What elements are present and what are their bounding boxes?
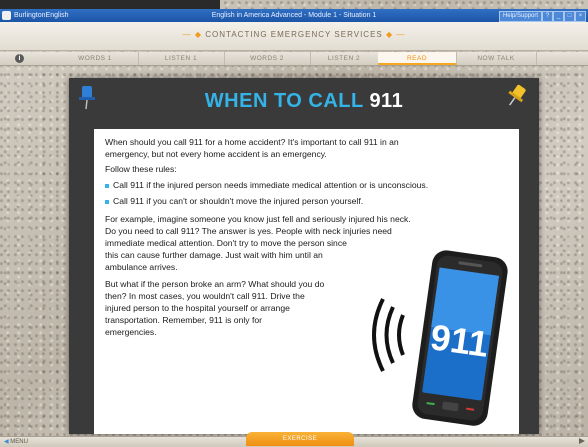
reading-card: When should you call 911 for a home acci… <box>94 129 519 434</box>
reading-panel: WHEN TO CALL 911 When should you call 91… <box>69 78 539 434</box>
right-ornament: ◆ — <box>385 30 406 39</box>
menu-label[interactable]: MENU <box>10 439 28 445</box>
title-text: WHEN TO CALL <box>204 90 364 112</box>
tab-listen-2[interactable]: LISTEN 2 <box>310 52 379 65</box>
next-arrow-icon[interactable] <box>578 437 586 445</box>
reading-title: WHEN TO CALL 911 <box>69 90 539 113</box>
paragraph-line: Do you need to call 911? The answer is y… <box>105 226 392 236</box>
title-number: 911 <box>369 90 404 112</box>
left-ornament: — ◆ <box>182 30 206 39</box>
paragraph-line: For example, imagine someone you know ju… <box>105 214 411 224</box>
close-button[interactable]: × <box>575 11 586 22</box>
tab-now-talk[interactable]: NOW TALK <box>456 52 537 65</box>
rule-item: Call 911 if the injured person needs imm… <box>105 180 515 191</box>
intro-line-2: emergency, but not every home accident i… <box>105 149 327 159</box>
help-icon-button[interactable]: ? <box>542 11 553 22</box>
intro-line-1: When should you call 911 for a home acci… <box>105 137 399 147</box>
rules-intro: Follow these rules: <box>105 164 177 174</box>
phone-illustration: 911 <box>372 250 508 426</box>
exercise-button[interactable]: EXERCISE <box>246 432 354 446</box>
activity-tabs: i WORDS 1 LISTEN 1 WORDS 2 LISTEN 2 READ… <box>0 52 588 66</box>
info-icon[interactable]: i <box>15 54 24 63</box>
section-title-row: — ◆ CONTACTING EMERGENCY SERVICES ◆ — <box>0 30 588 39</box>
section-header: — ◆ CONTACTING EMERGENCY SERVICES ◆ — <box>0 22 588 51</box>
window-titlebar: BurlingtonEnglish English in America Adv… <box>0 9 588 22</box>
bullet-icon <box>105 199 109 204</box>
rule-item: Call 911 if you can't or shouldn't move … <box>105 196 515 207</box>
tab-listen-1[interactable]: LISTEN 1 <box>138 52 225 65</box>
tab-words-2[interactable]: WORDS 2 <box>224 52 311 65</box>
tab-read[interactable]: READ <box>378 52 457 65</box>
tab-words-1[interactable]: WORDS 1 <box>52 52 139 65</box>
section-title: CONTACTING EMERGENCY SERVICES <box>205 30 383 39</box>
maximize-button[interactable]: □ <box>564 11 575 22</box>
info-tab[interactable]: i <box>6 53 34 64</box>
top-edge-strip <box>0 0 220 9</box>
rule-text: Call 911 if you can't or shouldn't move … <box>113 196 364 206</box>
rule-text: Call 911 if the injured person needs imm… <box>113 180 429 190</box>
bullet-icon <box>105 183 109 188</box>
help-support-button[interactable]: Help/Support <box>498 11 542 22</box>
phone-screen-number: 911 <box>428 316 491 365</box>
minimize-button[interactable]: _ <box>553 11 564 22</box>
